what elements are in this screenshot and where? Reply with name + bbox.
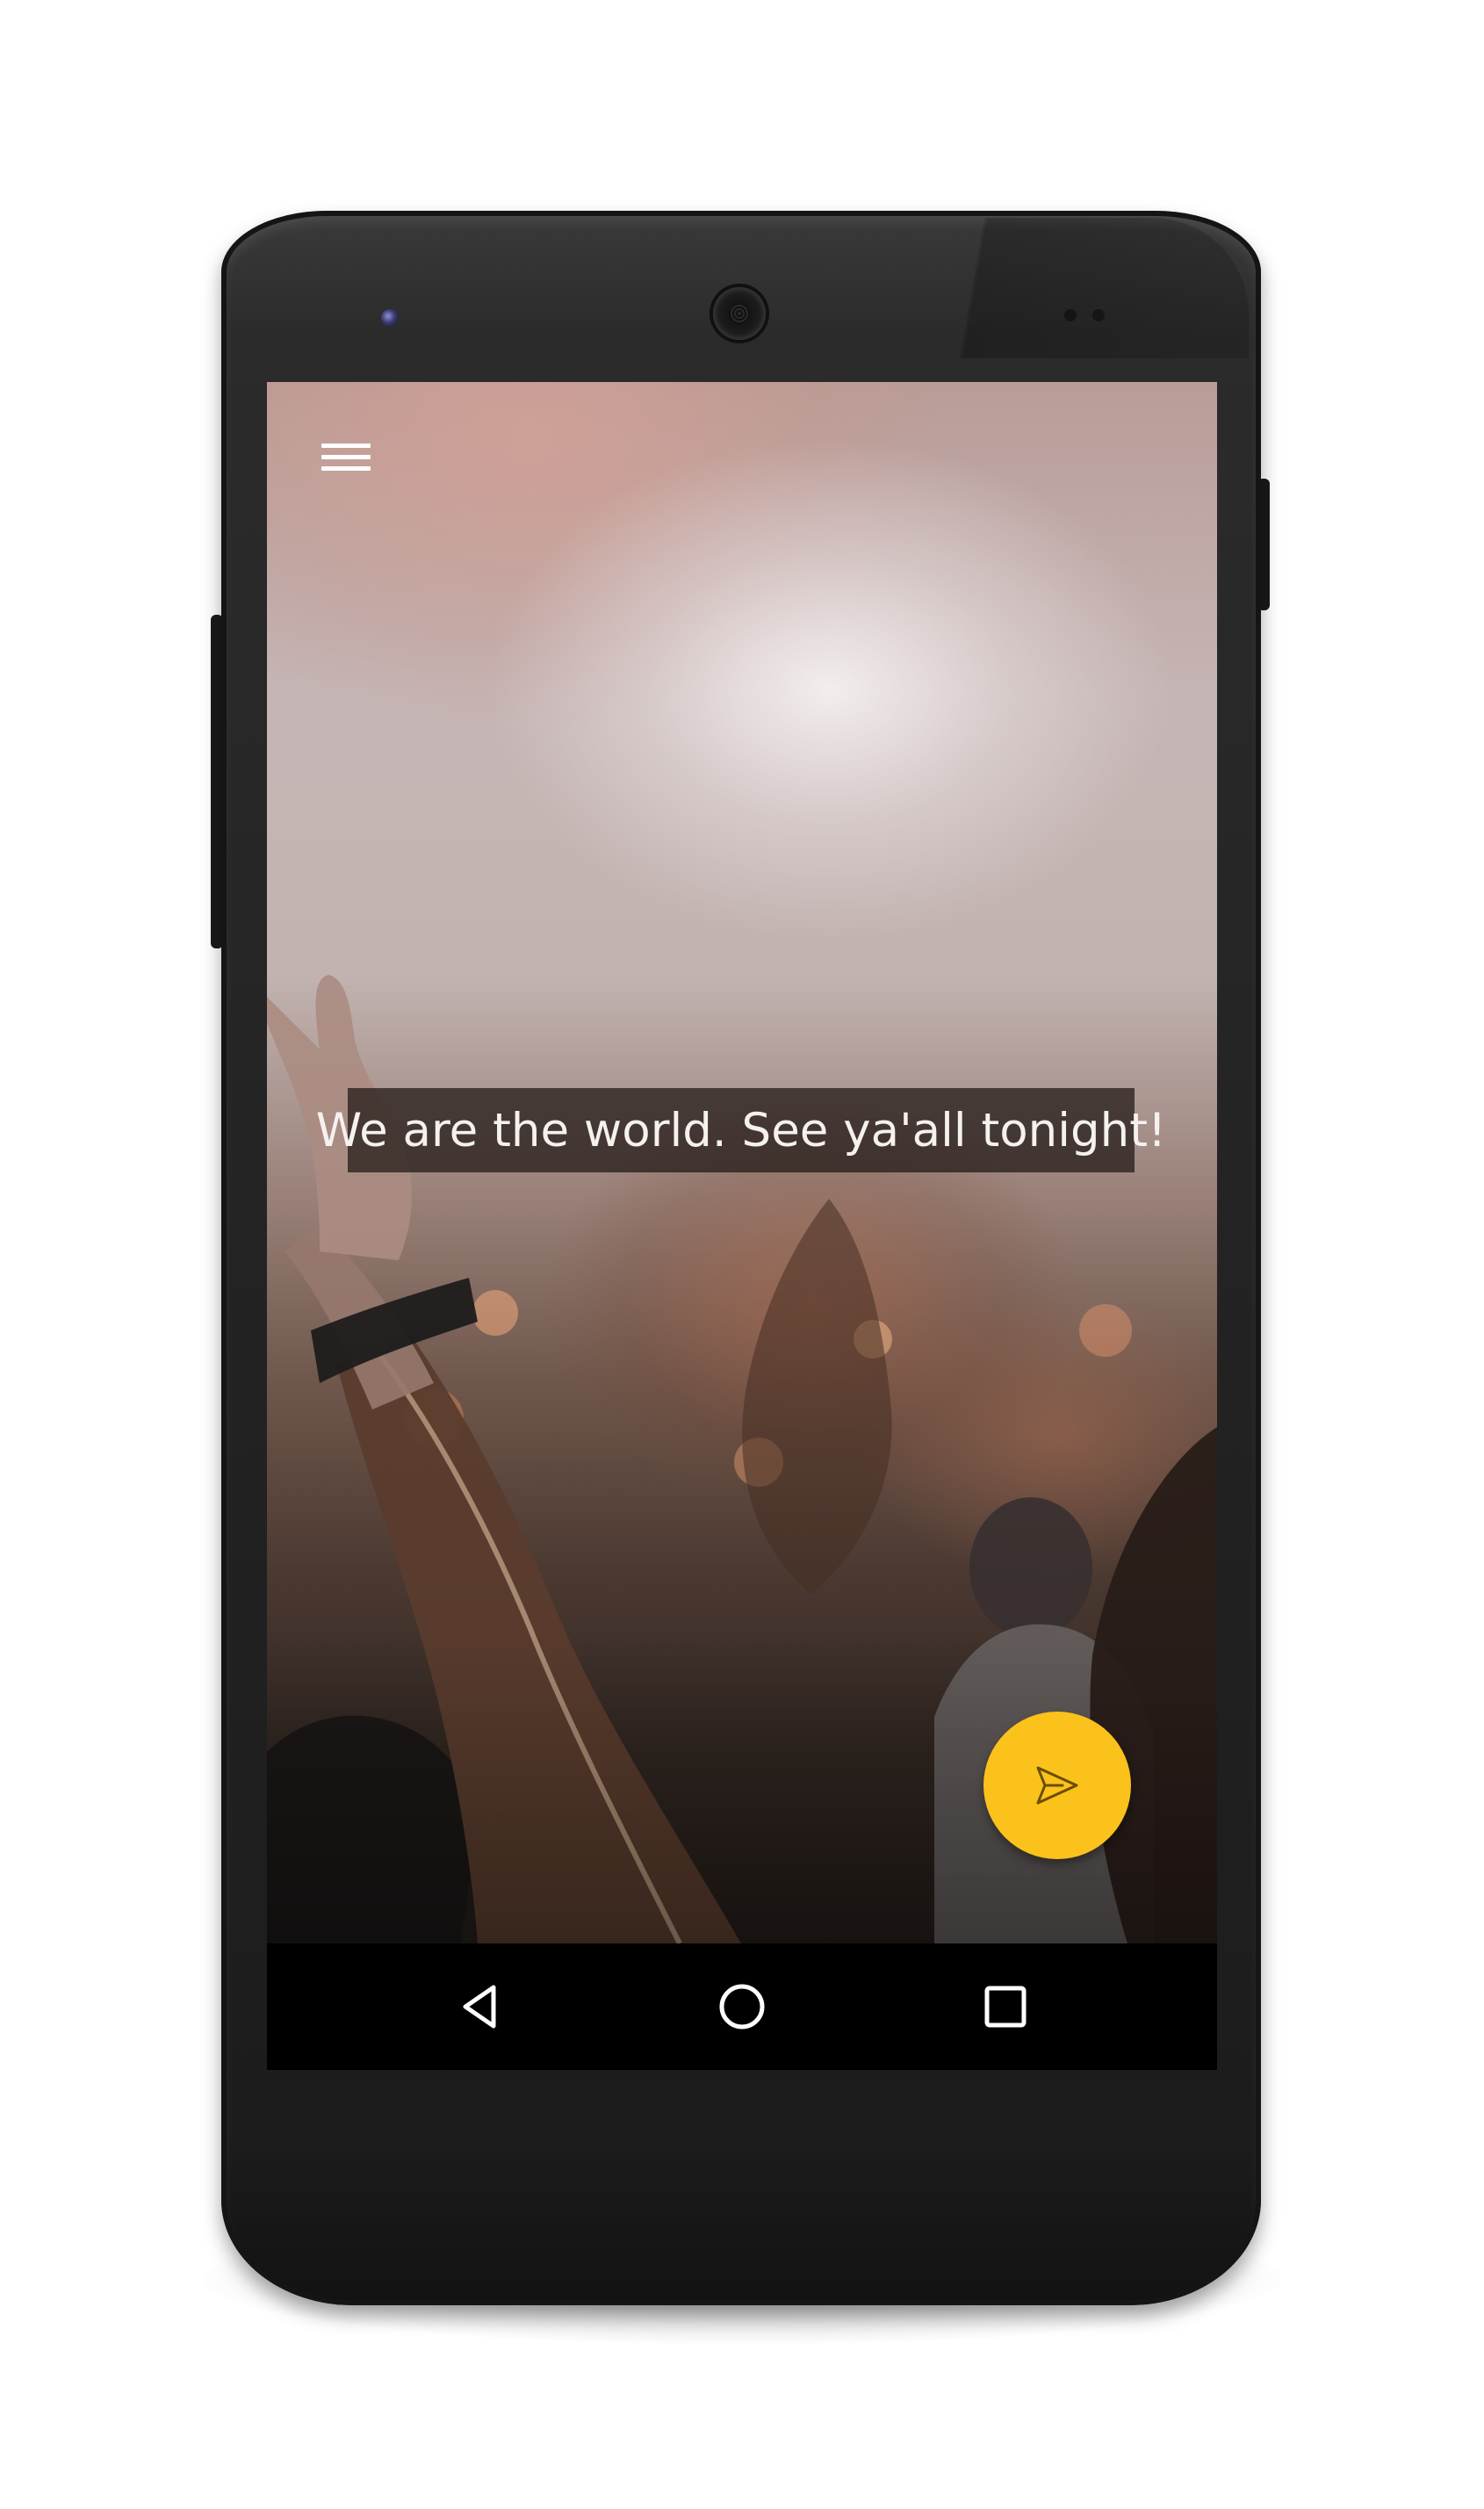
- hamburger-menu-icon: [321, 455, 371, 459]
- send-fab-button[interactable]: [983, 1712, 1131, 1859]
- phone-screen: We are the world. See ya'all tonight!: [267, 382, 1217, 2070]
- menu-button[interactable]: [311, 435, 372, 496]
- nav-back-button[interactable]: [443, 1970, 516, 2044]
- send-icon: [1036, 1766, 1078, 1805]
- phone-glass-reflection: [827, 218, 1249, 358]
- android-navigation-bar: [267, 1943, 1217, 2070]
- nav-recents-button[interactable]: [969, 1970, 1042, 2044]
- triangle-back-icon: [463, 1985, 496, 2029]
- proximity-sensor-icon: [1092, 309, 1105, 321]
- hamburger-menu-icon: [321, 443, 371, 448]
- proximity-sensor-icon: [1064, 309, 1077, 321]
- hamburger-menu-icon: [321, 466, 371, 471]
- light-sensor-icon: [381, 309, 399, 327]
- square-recents-icon: [984, 1986, 1027, 2028]
- front-camera-icon: [713, 287, 766, 340]
- nav-home-button[interactable]: [705, 1970, 779, 2044]
- circle-home-icon: [719, 1984, 765, 2030]
- caption-text: We are the world. See ya'all tonight!: [315, 1103, 1167, 1157]
- device-mockup-stage: We are the world. See ya'all tonight!: [0, 0, 1484, 2509]
- caption-banner: We are the world. See ya'all tonight!: [316, 1088, 1166, 1172]
